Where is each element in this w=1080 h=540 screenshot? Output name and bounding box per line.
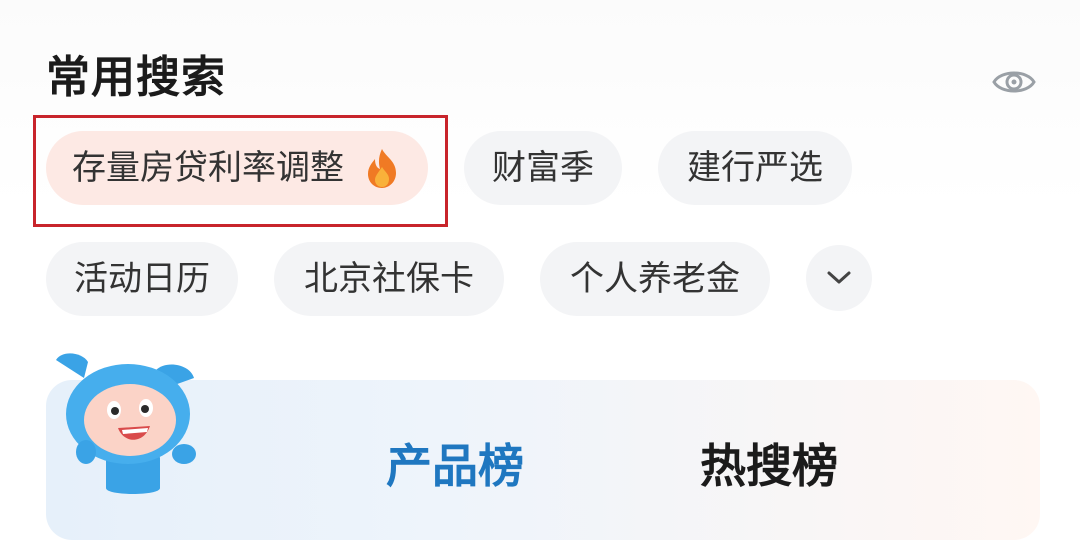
- chip-beijing-social-security-card[interactable]: 北京社保卡: [274, 242, 504, 316]
- tab-product-ranking[interactable]: 产品榜: [386, 436, 524, 496]
- chip-ccb-selection[interactable]: 建行严选: [658, 131, 852, 205]
- eye-icon: [992, 71, 1036, 93]
- visibility-toggle-button[interactable]: [990, 58, 1038, 106]
- mascot-image: [56, 353, 196, 494]
- chip-event-calendar[interactable]: 活动日历: [46, 242, 238, 316]
- section-title: 常用搜索: [46, 52, 226, 103]
- chip-wealth-season[interactable]: 财富季: [464, 131, 622, 205]
- chip-personal-pension[interactable]: 个人养老金: [540, 242, 770, 316]
- expand-chips-button[interactable]: [806, 245, 872, 311]
- chevron-down-icon: [827, 271, 851, 284]
- highlight-annotation-box: [33, 115, 448, 227]
- tab-hot-search-ranking[interactable]: 热搜榜: [700, 436, 838, 496]
